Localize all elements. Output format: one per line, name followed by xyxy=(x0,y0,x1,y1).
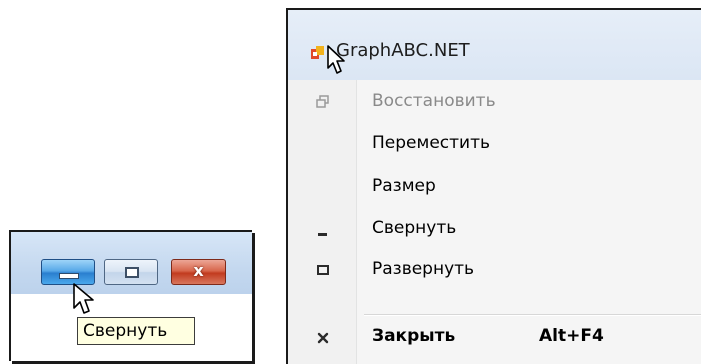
caption-buttons-panel: x Свернуть xyxy=(9,230,252,361)
menu-item-move[interactable]: Переместить xyxy=(288,127,701,161)
tooltip-minimize: Свернуть xyxy=(77,317,195,345)
minimize-icon xyxy=(59,273,79,279)
menu-item-label: Размер xyxy=(372,176,436,196)
menu-item-maximize[interactable]: Развернуть xyxy=(288,253,701,287)
maximize-button[interactable] xyxy=(104,259,158,285)
menu-item-label: Свернуть xyxy=(372,218,457,238)
minimize-icon xyxy=(318,233,327,236)
menu-item-label: Закрыть xyxy=(372,326,456,346)
menu-item-label: Переместить xyxy=(372,133,490,153)
window-title: GraphABC.NET xyxy=(336,40,470,61)
window-titlebar: GraphABC.NET xyxy=(288,10,701,80)
menu-item-label: Восстановить xyxy=(372,91,496,111)
mouse-cursor-icon xyxy=(73,283,94,314)
menu-item-minimize[interactable]: Свернуть xyxy=(288,212,701,246)
menu-item-size[interactable]: Размер xyxy=(288,170,701,204)
window-titlebar: x xyxy=(11,232,252,294)
menu-item-shortcut: Alt+F4 xyxy=(539,326,604,346)
system-menu: Восстановить Переместить Размер Свернуть… xyxy=(288,80,701,364)
menu-item-close[interactable]: Закрыть Alt+F4 xyxy=(288,320,701,354)
menu-item-restore[interactable]: Восстановить xyxy=(288,85,701,119)
mouse-cursor-icon xyxy=(327,45,345,74)
close-icon: x xyxy=(193,261,204,280)
maximize-icon xyxy=(125,267,139,278)
restore-icon xyxy=(316,95,329,108)
close-icon xyxy=(317,332,329,344)
menu-item-label: Развернуть xyxy=(372,259,475,279)
close-button[interactable]: x xyxy=(171,259,226,285)
system-menu-window: GraphABC.NET Восстановить Переместить Ра… xyxy=(286,8,701,364)
menu-separator-highlight xyxy=(364,315,701,316)
maximize-icon xyxy=(317,265,329,275)
